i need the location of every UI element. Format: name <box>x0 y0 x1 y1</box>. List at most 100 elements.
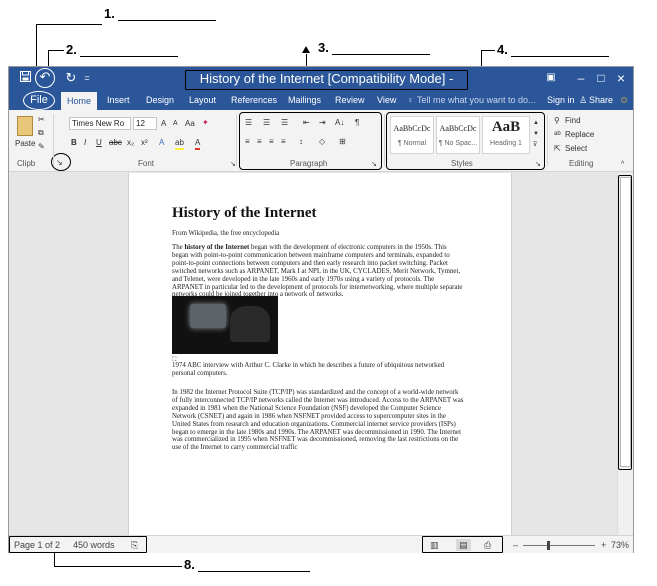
close-button[interactable]: × <box>615 70 627 86</box>
ribbon-display-icon[interactable]: ▣ <box>545 70 557 86</box>
find-icon[interactable]: ⚲ <box>554 115 560 126</box>
image-caption: 1974 ABC interview with Arthur C. Clarke… <box>172 362 445 377</box>
decrease-indent-icon[interactable]: ⇤ <box>303 117 310 128</box>
sort-button[interactable]: A↓ <box>335 117 344 128</box>
tab-home[interactable]: Home <box>61 92 98 110</box>
ribbon-tabs: File Home Insert Design Layout Reference… <box>9 90 633 110</box>
show-hide-button[interactable]: ¶ <box>355 117 359 128</box>
document-paragraph-1: The history of the Internet began with t… <box>172 244 463 299</box>
justify-icon[interactable]: ≡ <box>281 136 286 147</box>
select-button[interactable]: Select <box>565 143 587 154</box>
print-layout-icon[interactable]: ▤ <box>456 539 471 551</box>
superscript-button[interactable]: x² <box>141 137 148 148</box>
zoom-out-button[interactable]: – <box>513 539 518 551</box>
ribbon: Paste ✂ ⧉ ✎ Clipb ↘ Times New Ro 12 A A … <box>9 110 633 172</box>
tab-file[interactable]: File <box>23 91 55 110</box>
font-size-combo[interactable]: 12 <box>133 117 157 130</box>
word-window: ↶ ↻ = History of the Internet [Compatibi… <box>8 66 634 553</box>
style-normal[interactable]: AaBbCcDc ¶ Normal <box>390 116 434 154</box>
shading-icon[interactable]: ◇ <box>319 136 325 147</box>
numbering-icon[interactable]: ☰ <box>263 117 270 128</box>
callout-1: 1. <box>104 6 216 21</box>
document-title: History of the Internet <box>172 205 317 221</box>
tell-me-box[interactable]: Tell me what you want to do... <box>417 93 536 108</box>
tab-mailings[interactable]: Mailings <box>288 93 321 108</box>
zoom-in-button[interactable]: + <box>601 539 606 551</box>
align-center-icon[interactable]: ≡ <box>257 136 262 147</box>
font-name-combo[interactable]: Times New Ro <box>69 117 131 130</box>
zoom-slider[interactable] <box>523 541 595 550</box>
replace-icon[interactable]: ab <box>554 129 561 140</box>
callout-8: 8. <box>184 557 310 572</box>
align-right-icon[interactable]: ≡ <box>269 136 274 147</box>
word-count[interactable]: 450 words <box>73 539 115 551</box>
font-group-label: Font <box>138 159 155 168</box>
subscript-button[interactable]: x₂ <box>127 137 134 148</box>
redo-icon[interactable]: ↻ <box>65 70 77 86</box>
format-painter-icon[interactable]: ✎ <box>38 141 45 152</box>
tab-layout[interactable]: Layout <box>189 93 216 108</box>
paste-label[interactable]: Paste <box>15 138 35 149</box>
italic-button[interactable]: I <box>84 137 86 148</box>
collapse-ribbon-icon[interactable]: ^ <box>621 159 624 170</box>
web-layout-icon[interactable]: ⎙ <box>484 539 491 551</box>
borders-icon[interactable]: ⊞ <box>339 136 346 147</box>
strikethrough-button[interactable]: abc <box>109 137 122 148</box>
read-mode-icon[interactable]: ▥ <box>430 539 439 551</box>
share-button[interactable]: Share <box>589 93 613 108</box>
paragraph-group-label: Paragraph <box>290 159 328 168</box>
highlight-button[interactable]: ab <box>175 137 184 150</box>
tab-view[interactable]: View <box>377 93 396 108</box>
undo-icon[interactable]: ↶ <box>35 68 55 88</box>
find-button[interactable]: Find <box>565 115 581 126</box>
callout-3: 3. <box>318 40 430 55</box>
styles-launcher-icon[interactable]: ↘ <box>535 159 541 170</box>
paste-icon[interactable] <box>17 116 33 136</box>
select-icon[interactable]: ⇱ <box>554 143 561 154</box>
scrollbar-highlight-box <box>618 175 632 470</box>
align-left-icon[interactable]: ≡ <box>245 136 250 147</box>
increase-indent-icon[interactable]: ⇥ <box>319 117 326 128</box>
copy-icon[interactable]: ⧉ <box>38 127 44 138</box>
multilevel-list-icon[interactable]: ☰ <box>281 117 288 128</box>
qat-customize[interactable]: = <box>83 70 91 86</box>
font-launcher-icon[interactable]: ↘ <box>230 159 236 170</box>
tell-me-icon[interactable]: ♀ <box>407 93 414 108</box>
page-count[interactable]: Page 1 of 2 <box>14 539 60 551</box>
change-case-button[interactable]: Aa <box>185 118 195 129</box>
grow-font-button[interactable]: A <box>161 118 166 129</box>
clarke-interview-image[interactable] <box>172 296 278 354</box>
styles-scroll-icon[interactable]: ▲ ▼ ⊽ <box>533 118 539 151</box>
text-effects-button[interactable]: A <box>159 137 164 148</box>
tab-insert[interactable]: Insert <box>107 93 130 108</box>
dialog-launcher-icon[interactable]: ↘ <box>56 157 63 168</box>
zoom-level[interactable]: 73% <box>611 539 629 551</box>
underline-button[interactable]: U <box>96 137 102 148</box>
shrink-font-button[interactable]: A <box>173 118 178 129</box>
share-icon[interactable]: ♙ <box>579 93 587 108</box>
maximize-button[interactable]: □ <box>595 70 607 86</box>
editing-group-label: Editing <box>569 159 594 168</box>
line-spacing-icon[interactable]: ↕ <box>299 136 303 147</box>
paragraph-launcher-icon[interactable]: ↘ <box>371 159 377 170</box>
tab-design[interactable]: Design <box>146 93 174 108</box>
font-color-button[interactable]: A <box>195 137 201 150</box>
save-icon[interactable] <box>19 70 31 86</box>
cut-icon[interactable]: ✂ <box>38 114 45 125</box>
document-source: From Wikipedia, the free encyclopedia <box>172 230 280 237</box>
minimize-button[interactable]: – <box>575 70 587 86</box>
clear-formatting-icon[interactable]: ✦ <box>202 117 209 128</box>
proofing-icon[interactable]: ⎘ <box>131 539 138 551</box>
bold-button[interactable]: B <box>71 137 77 148</box>
replace-button[interactable]: Replace <box>565 129 594 140</box>
document-page[interactable]: History of the Internet From Wikipedia, … <box>128 173 512 535</box>
tab-references[interactable]: References <box>231 93 277 108</box>
bullets-icon[interactable]: ☰ <box>245 117 252 128</box>
callout-2: 2. <box>66 42 178 57</box>
smiley-icon[interactable]: ☺ <box>619 93 629 108</box>
style-heading-1[interactable]: AaB Heading 1 <box>482 116 530 154</box>
zoom-slider-knob[interactable] <box>547 541 550 550</box>
tab-review[interactable]: Review <box>335 93 365 108</box>
sign-in-link[interactable]: Sign in <box>547 93 575 108</box>
style-no-spacing[interactable]: AaBbCcDc ¶ No Spac... <box>436 116 480 154</box>
